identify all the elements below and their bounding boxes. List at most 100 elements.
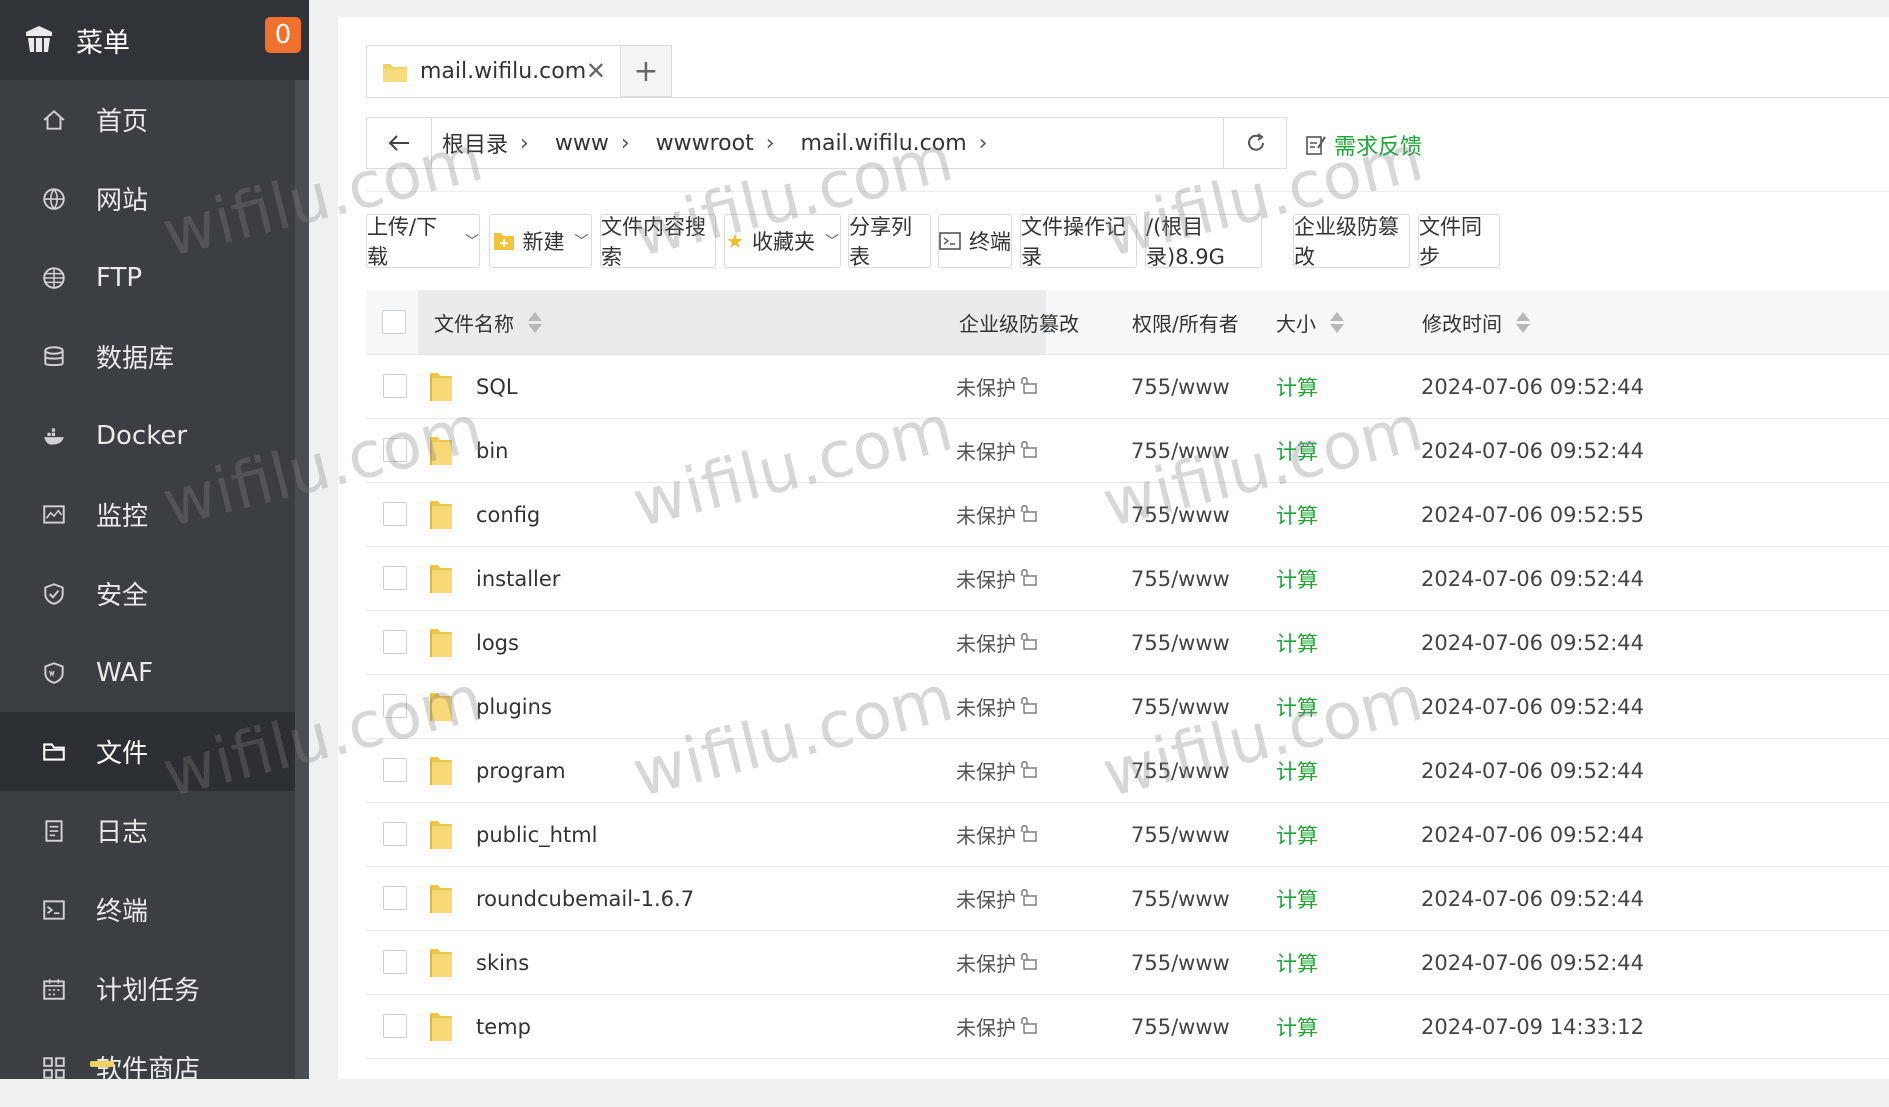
header-name[interactable]: 文件名称 [434, 290, 542, 354]
row-checkbox[interactable] [383, 502, 407, 526]
header-size[interactable]: 大小 [1276, 290, 1344, 354]
row-checkbox[interactable] [383, 630, 407, 654]
share-list-button[interactable]: 分享列表 [848, 214, 931, 269]
sidebar-item-6[interactable]: 安全 [0, 554, 295, 633]
tamper-status[interactable]: 未保护 [956, 867, 1038, 930]
file-sync-button[interactable]: 文件同步 [1418, 214, 1500, 269]
table-row[interactable]: logs 未保护 755/www 计算 2024-07-06 09:52:44 [366, 611, 1889, 675]
calc-size-link[interactable]: 计算 [1276, 355, 1318, 418]
calc-size-link[interactable]: 计算 [1276, 995, 1318, 1058]
table-row[interactable]: program 未保护 755/www 计算 2024-07-06 09:52:44 [366, 739, 1889, 803]
table-row[interactable]: bin 未保护 755/www 计算 2024-07-06 09:52:44 [366, 419, 1889, 483]
sidebar-item-9[interactable]: 日志 [0, 791, 295, 870]
permission-owner[interactable]: 755/www [1131, 739, 1230, 802]
header-mtime[interactable]: 修改时间 [1422, 290, 1530, 354]
tamper-status[interactable]: 未保护 [956, 803, 1038, 866]
table-row[interactable]: temp 未保护 755/www 计算 2024-07-09 14:33:12 [366, 995, 1889, 1059]
file-name[interactable]: temp [476, 995, 531, 1058]
row-checkbox[interactable] [383, 1014, 407, 1038]
new-button[interactable]: 新建 ﹀ [489, 214, 592, 268]
select-all-checkbox[interactable] [382, 310, 406, 334]
tamper-status[interactable]: 未保护 [956, 931, 1038, 994]
calc-size-link[interactable]: 计算 [1276, 419, 1318, 482]
row-checkbox[interactable] [383, 950, 407, 974]
calc-size-link[interactable]: 计算 [1276, 803, 1318, 866]
tamper-status[interactable]: 未保护 [956, 547, 1038, 610]
table-row[interactable]: public_html 未保护 755/www 计算 2024-07-06 09:52:… [366, 803, 1889, 867]
file-name[interactable]: bin [476, 419, 508, 482]
file-name[interactable]: plugins [476, 675, 552, 738]
table-row[interactable]: SQL 未保护 755/www 计算 2024-07-06 09:52:44 [366, 355, 1889, 419]
permission-owner[interactable]: 755/www [1131, 547, 1230, 610]
terminal-button[interactable]: 终端 [938, 214, 1012, 268]
table-row[interactable]: installer 未保护 755/www 计算 2024-07-06 09:52:44 [366, 547, 1889, 611]
calc-size-link[interactable]: 计算 [1276, 739, 1318, 802]
file-name[interactable]: logs [476, 611, 519, 674]
sidebar-item-11[interactable]: 计划任务 [0, 949, 295, 1028]
content-search-button[interactable]: 文件内容搜索 [600, 214, 716, 269]
refresh-button[interactable] [1223, 118, 1288, 168]
tamper-status[interactable]: 未保护 [956, 611, 1038, 674]
calc-size-link[interactable]: 计算 [1276, 675, 1318, 738]
breadcrumb-item[interactable]: www [555, 131, 609, 156]
tamper-status[interactable]: 未保护 [956, 419, 1038, 482]
permission-owner[interactable]: 755/www [1131, 611, 1230, 674]
row-checkbox[interactable] [383, 694, 407, 718]
close-icon[interactable]: ✕ [586, 57, 606, 85]
table-row[interactable]: config 未保护 755/www 计算 2024-07-06 09:52:55 [366, 483, 1889, 547]
calc-size-link[interactable]: 计算 [1276, 931, 1318, 994]
row-checkbox[interactable] [383, 886, 407, 910]
sidebar-item-10[interactable]: 终端 [0, 870, 295, 949]
tamper-status[interactable]: 未保护 [956, 675, 1038, 738]
back-button[interactable] [367, 118, 432, 168]
permission-owner[interactable]: 755/www [1131, 355, 1230, 418]
notification-badge[interactable]: 0 [265, 17, 301, 53]
disk-usage-button[interactable]: /(根目录)8.9G [1145, 214, 1262, 269]
permission-owner[interactable]: 755/www [1131, 419, 1230, 482]
breadcrumb-item[interactable]: wwwroot [656, 131, 754, 156]
upload-download-button[interactable]: 上传/下载 ﹀ [366, 214, 480, 269]
sidebar-item-8[interactable]: 文件 [0, 712, 295, 791]
table-row[interactable]: skins 未保护 755/www 计算 2024-07-06 09:52:44 [366, 931, 1889, 995]
row-checkbox[interactable] [383, 758, 407, 782]
tab-mail-wifilu[interactable]: mail.wifilu.com ✕ [366, 45, 621, 97]
calc-size-link[interactable]: 计算 [1276, 867, 1318, 930]
sidebar-item-0[interactable]: 首页 [0, 80, 295, 159]
table-row[interactable]: roundcubemail-1.6.7 未保护 755/www 计算 2024-07-0… [366, 867, 1889, 931]
sidebar-item-1[interactable]: 网站 [0, 159, 295, 238]
sidebar-item-5[interactable]: 监控 [0, 475, 295, 554]
file-name[interactable]: SQL [476, 355, 518, 418]
calc-size-link[interactable]: 计算 [1276, 547, 1318, 610]
tamper-status[interactable]: 未保护 [956, 483, 1038, 546]
sidebar-item-3[interactable]: 数据库 [0, 317, 295, 396]
file-name[interactable]: public_html [476, 803, 598, 866]
file-name[interactable]: skins [476, 931, 529, 994]
sidebar-item-7[interactable]: WAF [0, 633, 295, 712]
favorites-button[interactable]: ★ 收藏夹 ﹀ [724, 214, 841, 268]
sort-icon[interactable] [1330, 311, 1344, 333]
tamper-status[interactable]: 未保护 [956, 355, 1038, 418]
file-name[interactable]: roundcubemail-1.6.7 [476, 867, 694, 930]
table-row[interactable]: plugins 未保护 755/www 计算 2024-07-06 09:52:44 [366, 675, 1889, 739]
file-name[interactable]: installer [476, 547, 560, 610]
tamper-status[interactable]: 未保护 [956, 739, 1038, 802]
feedback-link[interactable]: 需求反馈 [1306, 129, 1422, 161]
permission-owner[interactable]: 755/www [1131, 867, 1230, 930]
row-checkbox[interactable] [383, 438, 407, 462]
row-checkbox[interactable] [383, 374, 407, 398]
calc-size-link[interactable]: 计算 [1276, 483, 1318, 546]
file-name[interactable]: config [476, 483, 540, 546]
permission-owner[interactable]: 755/www [1131, 931, 1230, 994]
sidebar-item-2[interactable]: FTP [0, 238, 295, 317]
row-checkbox[interactable] [383, 566, 407, 590]
calc-size-link[interactable]: 计算 [1276, 611, 1318, 674]
sidebar-item-12[interactable]: 软件商店 [0, 1028, 295, 1107]
permission-owner[interactable]: 755/www [1131, 995, 1230, 1058]
permission-owner[interactable]: 755/www [1131, 675, 1230, 738]
add-tab-button[interactable]: + [621, 45, 672, 97]
tamper-status[interactable]: 未保护 [956, 995, 1038, 1058]
sidebar-item-4[interactable]: Docker [0, 396, 295, 475]
sort-icon[interactable] [1516, 311, 1530, 333]
sidebar-scrollbar[interactable] [295, 80, 309, 1079]
file-name[interactable]: program [476, 739, 566, 802]
